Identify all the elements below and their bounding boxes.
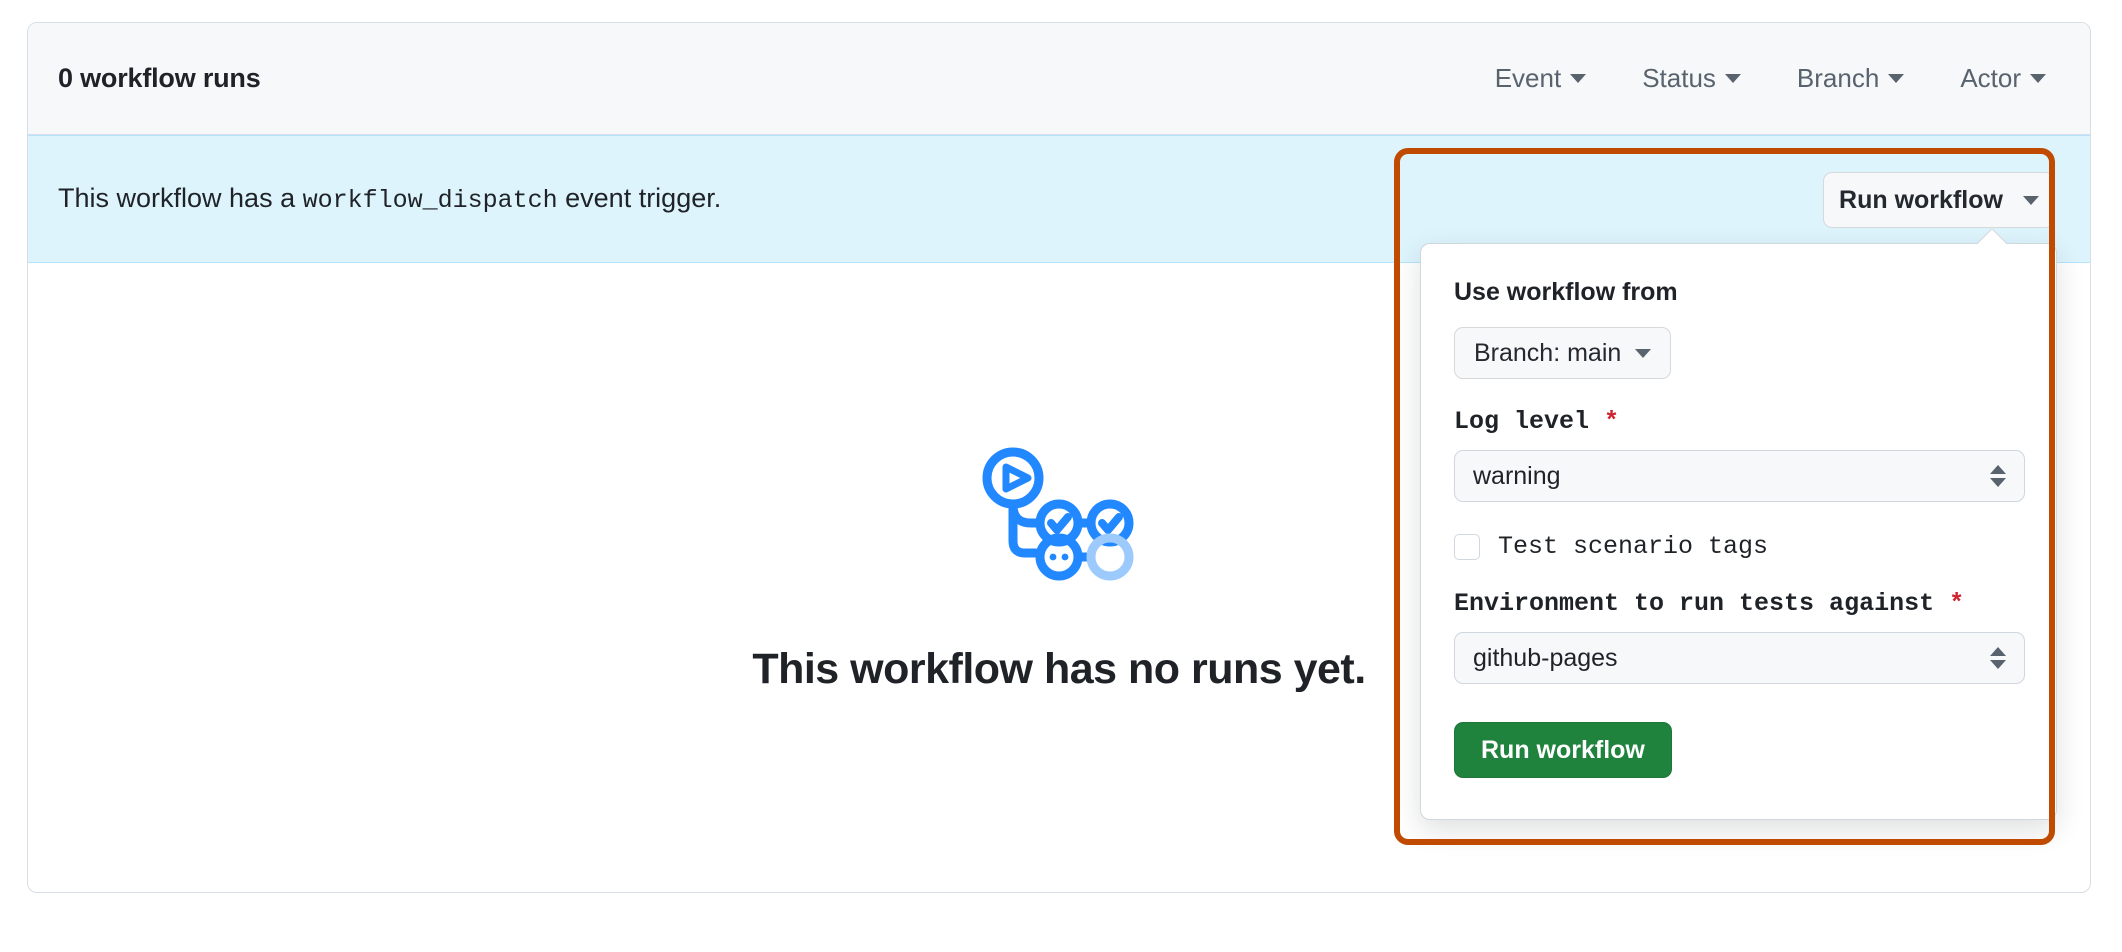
- banner-text-after: event trigger.: [557, 183, 722, 213]
- filter-status-label: Status: [1642, 63, 1716, 93]
- banner-text-before: This workflow has a: [58, 183, 303, 213]
- popover-caret-icon: [1977, 229, 2007, 245]
- log-level-select[interactable]: warning: [1454, 450, 2025, 502]
- chevron-down-icon: [1724, 74, 1741, 83]
- banner-text: This workflow has a workflow_dispatch ev…: [58, 183, 721, 215]
- empty-state-title: This workflow has no runs yet.: [752, 645, 1366, 693]
- use-workflow-from-heading: Use workflow from: [1454, 278, 1678, 306]
- filter-event-label: Event: [1494, 63, 1562, 93]
- workflow-dispatch-panel: Use workflow from Branch: main Log level…: [1420, 243, 2057, 820]
- stepper-icon: [1990, 647, 2006, 669]
- log-level-label: Log level *: [1454, 407, 2023, 436]
- run-workflow-button-label: Run workflow: [1839, 185, 2003, 214]
- environment-label: Environment to run tests against *: [1454, 589, 2023, 618]
- log-level-label-text: Log level: [1454, 407, 1590, 436]
- filter-actor[interactable]: Actor: [1960, 63, 2046, 94]
- test-scenario-tags-checkbox[interactable]: [1454, 533, 1480, 560]
- branch-selector-button[interactable]: Branch: main: [1454, 327, 1672, 379]
- test-scenario-tags-row[interactable]: Test scenario tags: [1454, 532, 2023, 561]
- run-workflow-submit-button[interactable]: Run workflow: [1454, 722, 1672, 778]
- filter-branch-label: Branch: [1796, 63, 1880, 93]
- banner-event-code: workflow_dispatch: [302, 186, 558, 215]
- chevron-down-icon: [1570, 74, 1587, 83]
- page-root: 0 workflow runs Event Status Branch Acto…: [0, 0, 2122, 952]
- environment-select[interactable]: github-pages: [1454, 632, 2025, 684]
- filter-branch[interactable]: Branch: [1796, 63, 1905, 94]
- filter-bar: Event Status Branch Actor: [1495, 63, 2058, 94]
- chevron-down-icon: [2030, 74, 2046, 83]
- run-workflow-dropdown-button[interactable]: Run workflow: [1823, 172, 2055, 228]
- filter-status[interactable]: Status: [1642, 63, 1741, 94]
- chevron-down-icon: [1635, 348, 1652, 358]
- run-workflow-submit-label: Run workflow: [1481, 735, 1645, 764]
- environment-label-text: Environment to run tests against: [1454, 589, 1935, 618]
- chevron-down-icon: [2022, 195, 2039, 205]
- stepper-icon: [1990, 465, 2006, 487]
- branch-selector-label: Branch: main: [1474, 338, 1622, 367]
- card-header: 0 workflow runs Event Status Branch Acto…: [28, 23, 2090, 135]
- environment-value: github-pages: [1473, 643, 1618, 672]
- page-title: 0 workflow runs: [58, 63, 261, 93]
- filter-event[interactable]: Event: [1495, 63, 1587, 94]
- required-marker: *: [1604, 407, 1620, 436]
- test-scenario-tags-label: Test scenario tags: [1498, 532, 1769, 561]
- chevron-down-icon: [1888, 74, 1905, 83]
- log-level-value: warning: [1473, 461, 1561, 490]
- workflow-graph-illustration: [982, 447, 1134, 581]
- required-marker: *: [1949, 589, 1965, 618]
- filter-actor-label: Actor: [1960, 63, 2021, 93]
